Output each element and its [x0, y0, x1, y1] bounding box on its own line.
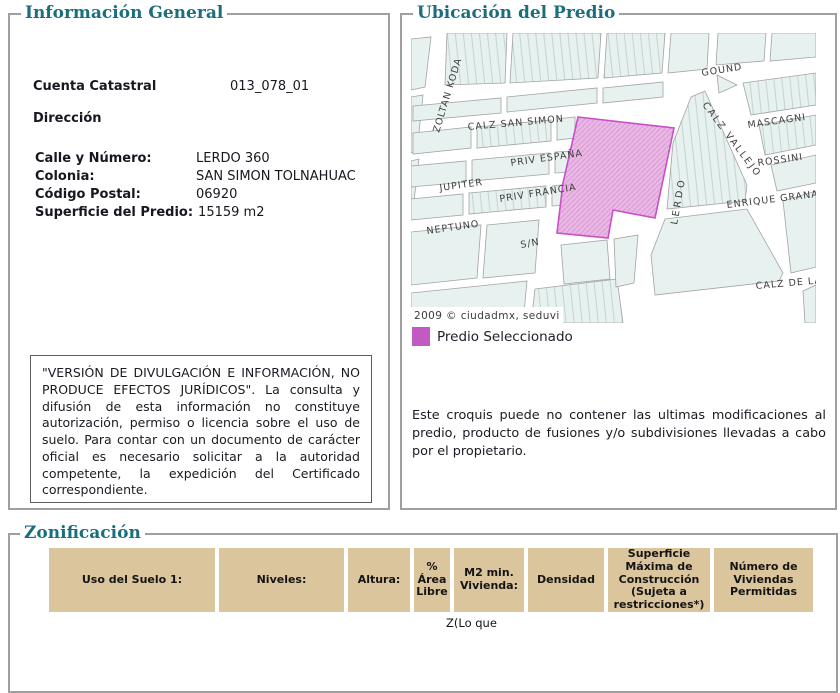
col-header-numero-viviendas: Número de Viviendas Permitidas: [714, 548, 813, 612]
colonia-value: SAN SIMON TOLNAHUAC: [196, 169, 356, 184]
col-header-superficie-maxima: Superficie Máxima de Construcción (Sujet…: [608, 547, 710, 612]
superficie-label: Superficie del Predio:: [35, 205, 194, 220]
cuenta-catastral-label: Cuenta Catastral: [33, 79, 157, 94]
colonia-label: Colonia:: [35, 169, 95, 184]
col-header-uso-del-suelo: Uso del Suelo 1:: [49, 548, 215, 612]
calle-label: Calle y Número:: [35, 151, 152, 166]
map-legend-label: Predio Seleccionado: [437, 329, 573, 345]
field-row-calle: Calle y Número: LERDO 360: [35, 150, 356, 168]
col-header-area-libre: % Área Libre: [414, 548, 450, 612]
cuenta-catastral-row: Cuenta Catastral 013_078_01: [33, 78, 309, 96]
field-row-colonia: Colonia: SAN SIMON TOLNAHUAC: [35, 168, 356, 186]
selected-parcel-swatch-icon: [412, 327, 430, 346]
zonificacion-title: Zonificación: [20, 523, 145, 543]
codigo-postal-label: Código Postal:: [35, 187, 141, 202]
col-header-densidad: Densidad: [528, 548, 604, 612]
zonificacion-partial-row-text: Z(Lo que: [446, 616, 497, 630]
direccion-label: Dirección: [33, 111, 102, 126]
field-row-codigo-postal: Código Postal: 06920: [35, 186, 356, 204]
calle-value: LERDO 360: [196, 151, 270, 166]
address-fields: Calle y Número: LERDO 360 Colonia: SAN SIM…: [35, 150, 356, 222]
map-attribution: 2009 © ciudadmx, seduvi: [414, 310, 560, 322]
superficie-value: 15159 m2: [198, 205, 265, 220]
col-header-m2-min-vivienda: M2 min. Vivienda:: [454, 548, 524, 612]
col-header-altura: Altura:: [348, 548, 410, 612]
zonificacion-header-row: Uso del Suelo 1: Niveles: Altura: % Área…: [49, 547, 813, 612]
cuenta-catastral-value: 013_078_01: [230, 79, 310, 94]
seduvi-page: { "colors": { "teal": "#1b6e7d", "tan": …: [0, 0, 840, 693]
info-general-title: Información General: [21, 3, 228, 23]
codigo-postal-value: 06920: [196, 187, 238, 202]
col-header-niveles: Niveles:: [219, 548, 344, 612]
field-row-superficie: Superficie del Predio: 15159 m2: [35, 204, 356, 222]
predio-map[interactable]: ZOLTAN KODA CALZ SAN SIMON PRIV ESPAÑA J…: [411, 33, 816, 323]
legal-disclaimer-box: "VERSIÓN DE DIVULGACIÓN E INFORMACIÓN, N…: [30, 355, 372, 503]
ubicacion-title: Ubicación del Predio: [413, 3, 620, 23]
map-note: Este croquis puede no contener las ultim…: [412, 408, 826, 460]
